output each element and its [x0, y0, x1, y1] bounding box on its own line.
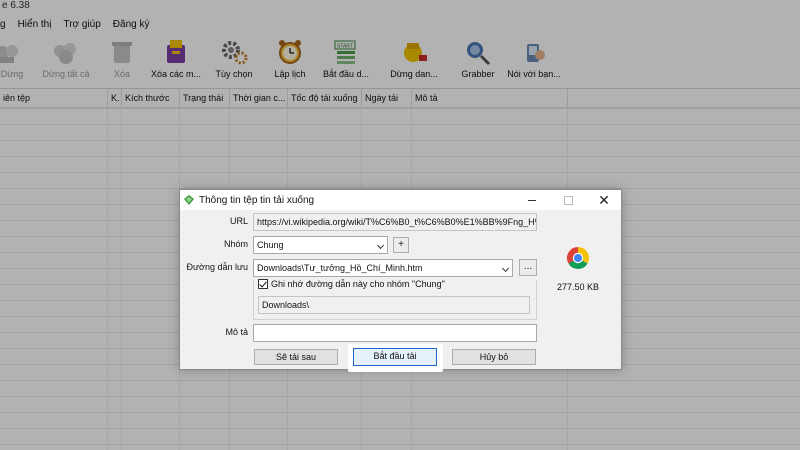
save-path-value: Downloads\Tư_tưởng_Hồ_Chí_Minh.htm [257, 263, 423, 273]
remember-path-label[interactable]: Ghi nhớ đường dẫn này cho nhóm "Chung" [271, 279, 445, 289]
file-size: 277.50 KB [557, 282, 600, 292]
dialog-titlebar[interactable]: Thông tin tệp tin tải xuống ✕ [180, 190, 621, 210]
group-folder-field: Downloads\ [258, 296, 530, 314]
close-icon[interactable]: ✕ [592, 192, 616, 208]
description-label: Mô tả [225, 327, 248, 337]
remember-path-checkbox[interactable] [258, 279, 268, 289]
dialog-title: Thông tin tệp tin tải xuống [199, 195, 315, 206]
description-input[interactable] [253, 324, 537, 342]
maximize-button [556, 192, 580, 208]
cancel-button[interactable]: Hủy bỏ [452, 349, 536, 365]
start-download-button[interactable]: Bắt đầu tải [353, 348, 437, 366]
chevron-down-icon [501, 264, 510, 273]
chrome-icon [566, 247, 590, 270]
minimize-button[interactable] [520, 192, 544, 208]
group-select-value: Chung [257, 240, 284, 250]
save-path-select[interactable]: Downloads\Tư_tưởng_Hồ_Chí_Minh.htm [253, 259, 513, 277]
group-label: Nhóm [223, 239, 248, 249]
url-label: URL [229, 216, 248, 226]
save-path-label: Đường dẫn lưu [186, 262, 248, 272]
browse-button[interactable]: ... [519, 259, 537, 276]
idm-logo-icon [184, 195, 194, 205]
download-later-button[interactable]: Sẽ tải sau [254, 349, 338, 365]
add-group-button[interactable]: + [393, 237, 409, 253]
url-field[interactable]: https://vi.wikipedia.org/wiki/T%C6%B0_t%… [253, 213, 537, 231]
chevron-down-icon [376, 241, 385, 250]
group-select[interactable]: Chung [253, 236, 388, 254]
